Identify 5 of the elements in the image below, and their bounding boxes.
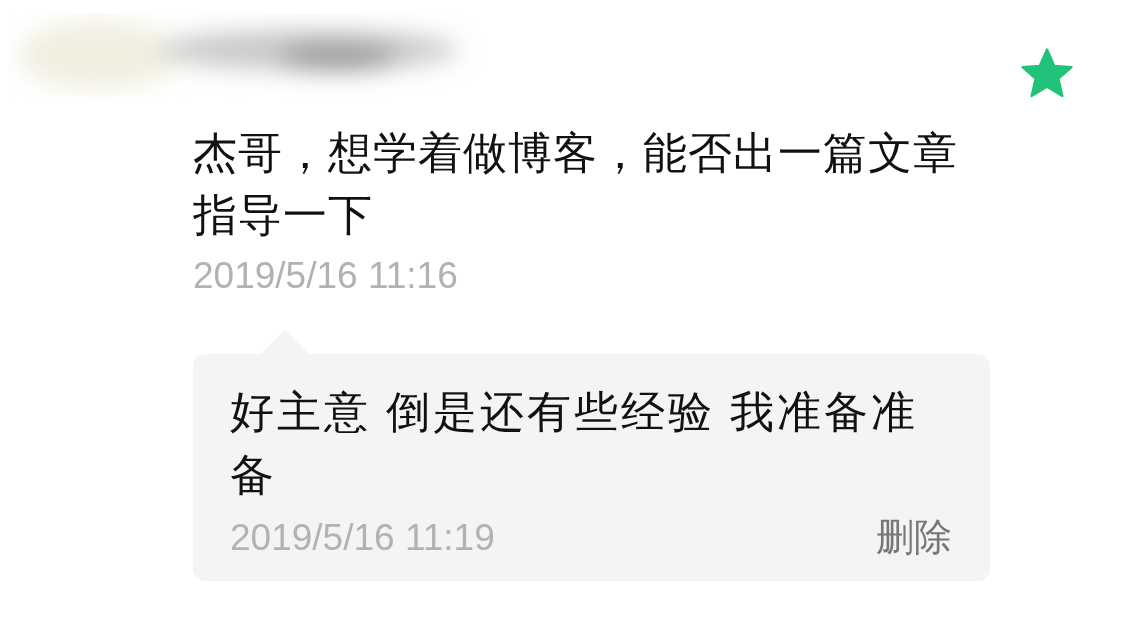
reply-text: 好主意 倒是还有些经验 我准备准备 (230, 386, 920, 501)
comment-time: 2019/5/16 11:16 (193, 254, 459, 298)
comment-text: 杰哥，想学着做博客，能否出一篇文章指导一下 (193, 127, 959, 241)
reply-time: 2019/5/16 11:19 (230, 516, 495, 559)
delete-button[interactable]: 删除 (876, 512, 952, 563)
